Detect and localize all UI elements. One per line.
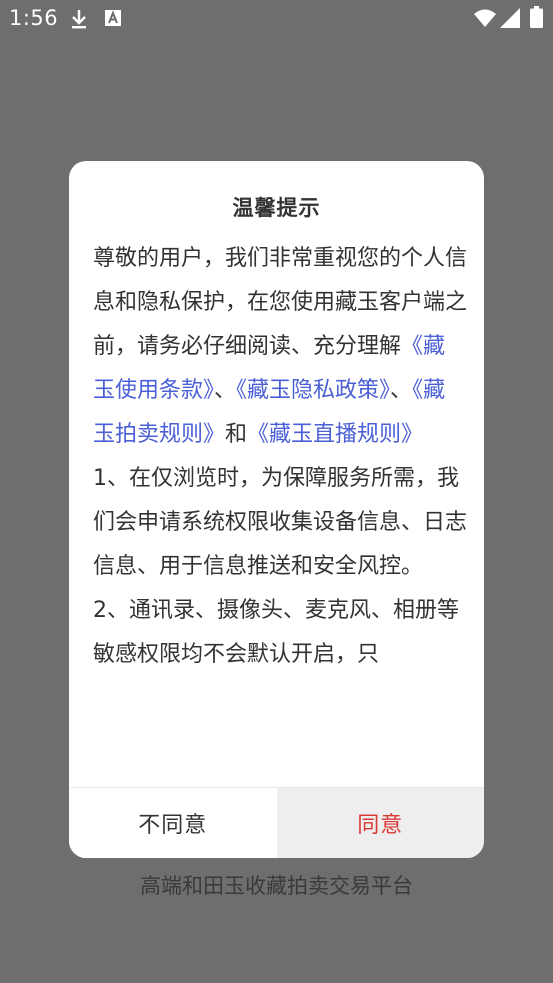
- separator-text: 、: [390, 378, 413, 403]
- privacy-policy-link[interactable]: 《藏玉隐私政策》: [236, 378, 390, 403]
- background-tagline: 高端和田玉收藏拍卖交易平台: [140, 874, 413, 898]
- dialog-title: 温馨提示: [232, 196, 321, 220]
- privacy-dialog: 温馨提示 尊敬的用户，我们非常重视您的个人信息和隐私保护，在您使用藏玉客户端之前…: [69, 161, 484, 858]
- battery-icon: [530, 6, 543, 28]
- dialog-intro-paragraph: 尊敬的用户，我们非常重视您的个人信息和隐私保护，在您使用藏玉客户端之前，请务必仔…: [93, 237, 467, 457]
- status-time: 1:56: [9, 6, 59, 30]
- download-icon: [72, 10, 86, 29]
- a-notification-icon: [105, 10, 121, 26]
- dialog-footer: 不同意 同意: [69, 787, 484, 858]
- permission-item-2: 2、通讯录、摄像头、麦克风、相册等敏感权限均不会默认开启，只: [93, 598, 459, 667]
- signal-icon: [500, 8, 520, 28]
- conjunction-text: 和: [225, 422, 248, 447]
- disagree-button[interactable]: 不同意: [69, 788, 277, 858]
- dialog-body[interactable]: 尊敬的用户，我们非常重视您的个人信息和隐私保护，在您使用藏玉客户端之前，请务必仔…: [93, 237, 467, 785]
- permission-item-1: 1、在仅浏览时，为保障服务所需，我们会申请系统权限收集设备信息、日志信息、用于信…: [93, 466, 467, 579]
- live-rules-link[interactable]: 《藏玉直播规则》: [247, 422, 423, 447]
- wifi-icon: [474, 9, 496, 27]
- status-bar: 1:56: [0, 0, 553, 38]
- separator-text: 、: [214, 378, 237, 403]
- agree-button[interactable]: 同意: [276, 788, 484, 858]
